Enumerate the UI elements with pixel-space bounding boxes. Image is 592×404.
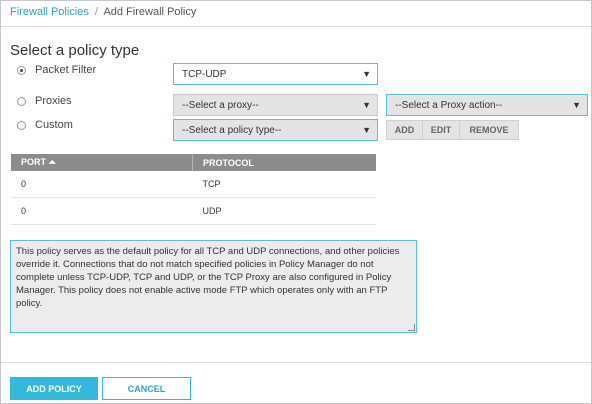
dialog-frame: Firewall Policies / Add Firewall Policy … (0, 0, 592, 404)
chevron-down-icon: ▼ (572, 100, 581, 110)
proxy-select-value: --Select a proxy-- (182, 99, 259, 111)
policy-description-textarea[interactable]: This policy serves as the default policy… (10, 240, 417, 333)
packet-filter-select-value: TCP-UDP (182, 68, 227, 80)
radio-button[interactable] (17, 96, 26, 106)
proxy-select[interactable]: --Select a proxy-- ▼ (173, 94, 378, 116)
radio-label-proxies: Proxies (35, 95, 72, 107)
port-cell: 0 (11, 171, 193, 198)
radio-packet-filter[interactable]: Packet Filter (17, 64, 96, 76)
edit-button[interactable]: EDIT (423, 120, 460, 140)
radio-button[interactable] (17, 120, 26, 130)
policy-type-select[interactable]: --Select a policy type-- ▼ (173, 119, 378, 141)
sort-up-icon: ⏶ (48, 157, 56, 167)
breadcrumb: Firewall Policies / Add Firewall Policy (10, 6, 196, 18)
port-column-header[interactable]: PORT ⏶ (11, 154, 193, 171)
packet-filter-select[interactable]: TCP-UDP ▼ (173, 63, 378, 85)
protocol-cell: TCP (192, 171, 376, 198)
custom-button-group: ADD EDIT REMOVE (386, 120, 519, 140)
chevron-down-icon: ▼ (362, 100, 371, 110)
breadcrumb-separator: / (94, 6, 98, 18)
footer-divider (1, 362, 591, 363)
add-policy-button[interactable]: ADD POLICY (10, 377, 98, 400)
port-cell: 0 (11, 197, 193, 225)
port-column-label: PORT (21, 157, 47, 167)
proxy-action-select[interactable]: --Select a Proxy action-- ▼ (386, 94, 588, 116)
breadcrumb-current: Add Firewall Policy (103, 6, 197, 18)
policy-description-text: This policy serves as the default policy… (16, 246, 400, 309)
header-divider (1, 26, 591, 27)
resize-handle-icon[interactable] (408, 324, 415, 331)
radio-button-checked[interactable] (17, 65, 26, 75)
chevron-down-icon: ▼ (362, 125, 371, 135)
cancel-button[interactable]: CANCEL (102, 377, 191, 400)
radio-label-packet-filter: Packet Filter (35, 64, 97, 76)
policy-type-select-value: --Select a policy type-- (182, 124, 282, 136)
table-row[interactable]: 0 UDP (11, 197, 376, 225)
chevron-down-icon: ▼ (362, 69, 371, 79)
port-protocol-table: PORT ⏶ PROTOCOL 0 TCP 0 UDP (11, 154, 376, 225)
breadcrumb-firewall-policies-link[interactable]: Firewall Policies (10, 6, 89, 18)
protocol-cell: UDP (192, 197, 376, 225)
page-title: Select a policy type (10, 42, 140, 59)
table-header-row: PORT ⏶ PROTOCOL (11, 154, 376, 171)
add-button[interactable]: ADD (386, 120, 423, 140)
table-row[interactable]: 0 TCP (11, 171, 376, 198)
radio-label-custom: Custom (35, 119, 73, 131)
protocol-column-header[interactable]: PROTOCOL (192, 154, 376, 171)
radio-proxies[interactable]: Proxies (17, 95, 72, 107)
radio-custom[interactable]: Custom (17, 119, 73, 131)
remove-button[interactable]: REMOVE (460, 120, 519, 140)
proxy-action-select-value: --Select a Proxy action-- (395, 99, 503, 111)
